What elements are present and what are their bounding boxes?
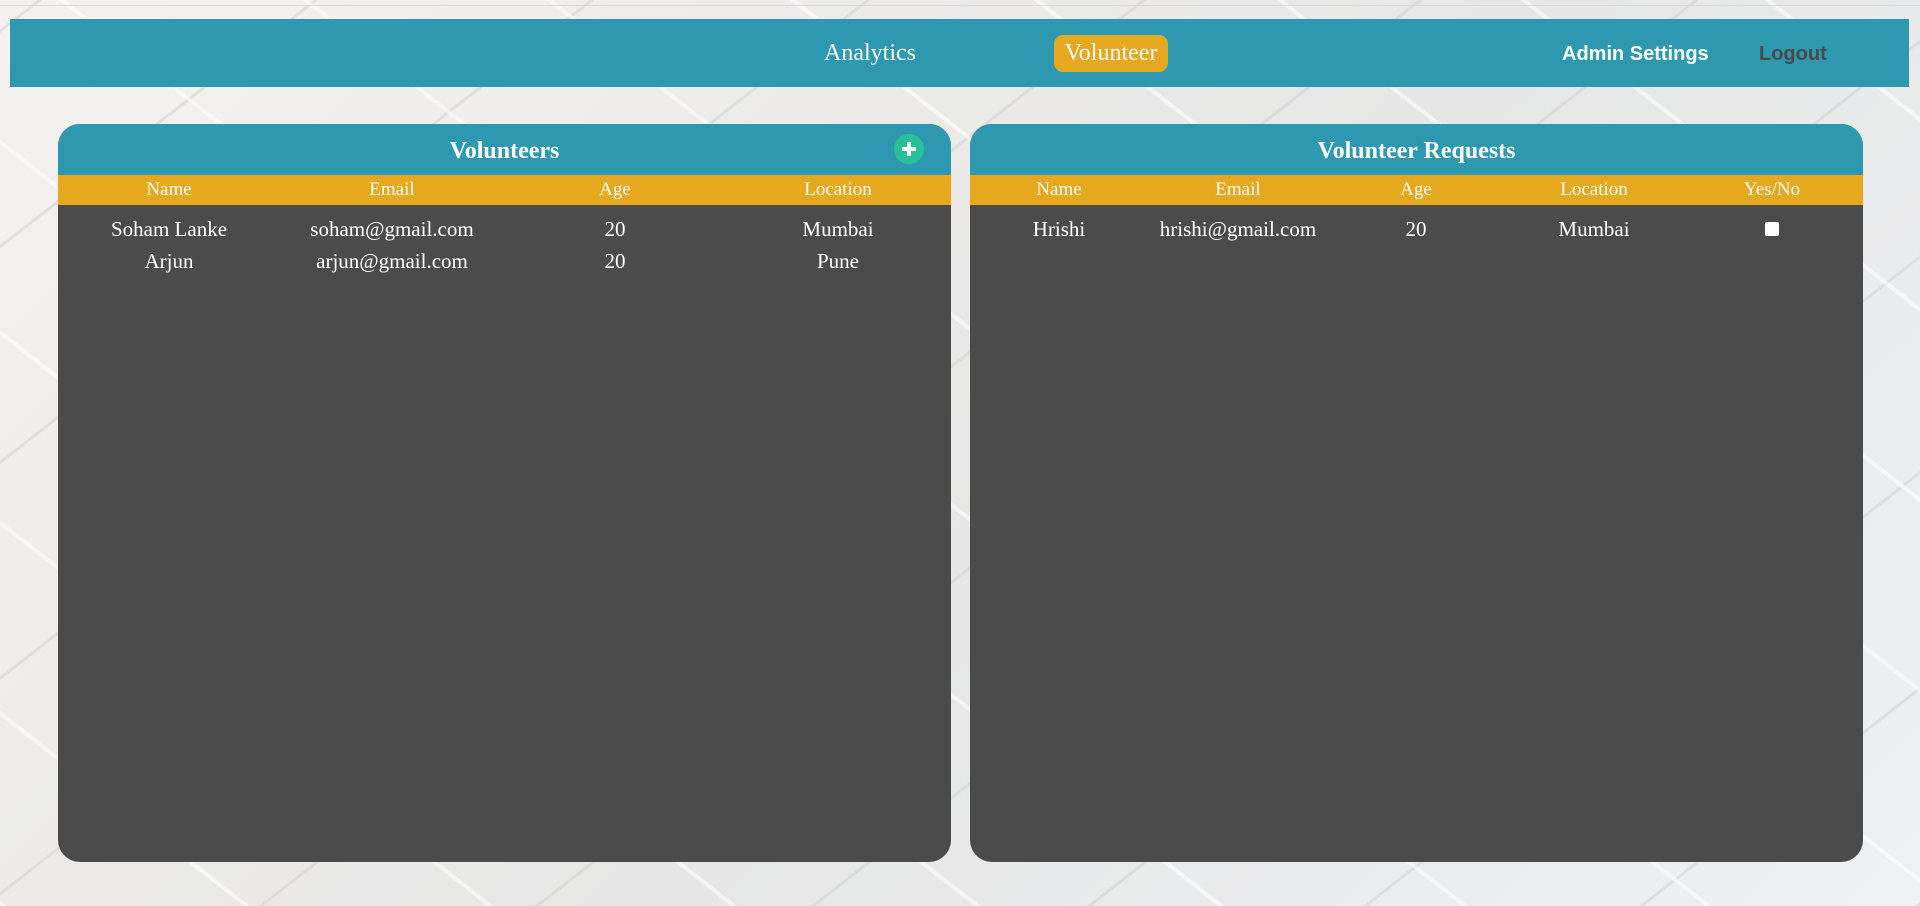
column-header-yes-no: Yes/No [1743,179,1801,200]
cell-location: Mumbai [1558,217,1630,241]
column-header-email: Email [369,179,415,200]
cell-location: Pune [817,249,859,273]
cell-name: Arjun [144,249,194,273]
volunteers-table-body: Soham Lanke soham@gmail.com 20 Mumbai Ar… [58,205,951,277]
cell-name: Soham Lanke [110,217,228,241]
cell-email: soham@gmail.com [310,217,474,241]
column-header-age: Age [1400,179,1432,200]
nav-analytics-link[interactable]: Analytics [814,19,926,87]
nav-admin-settings-link[interactable]: Admin Settings [1562,19,1709,87]
volunteer-requests-panel-title: Volunteer Requests [1317,138,1516,164]
volunteers-panel-header: Volunteers [58,124,951,175]
cell-age: 20 [604,249,626,273]
table-row: Hrishi hrishi@gmail.com 20 Mumbai [970,213,1863,245]
column-header-location: Location [1560,179,1628,200]
volunteers-panel-title: Volunteers [449,138,560,164]
column-header-location: Location [804,179,872,200]
top-divider [0,5,1920,6]
column-header-age: Age [599,179,631,200]
nav-volunteer-link[interactable]: Volunteer [1054,35,1168,72]
add-volunteer-button[interactable] [894,134,924,164]
volunteer-requests-panel: Volunteer Requests Name Email Age Locati… [970,124,1863,862]
volunteers-panel: Volunteers Name Email Age Location Soham… [58,124,951,862]
column-header-name: Name [146,179,192,200]
requests-table-body: Hrishi hrishi@gmail.com 20 Mumbai [970,205,1863,245]
top-navbar: Analytics Volunteer Admin Settings Logou… [10,19,1909,87]
volunteer-requests-panel-header: Volunteer Requests [970,124,1863,175]
column-header-email: Email [1215,179,1261,200]
cell-age: 20 [604,217,626,241]
logout-button[interactable]: Logout [1759,19,1827,87]
volunteers-table-header: Name Email Age Location [58,175,951,205]
cell-email: arjun@gmail.com [316,249,468,273]
requests-table-header: Name Email Age Location Yes/No [970,175,1863,205]
approve-request-checkbox[interactable] [1765,222,1779,236]
column-header-name: Name [1036,179,1082,200]
table-row: Soham Lanke soham@gmail.com 20 Mumbai [58,213,951,245]
table-row: Arjun arjun@gmail.com 20 Pune [58,245,951,277]
cell-location: Mumbai [802,217,874,241]
